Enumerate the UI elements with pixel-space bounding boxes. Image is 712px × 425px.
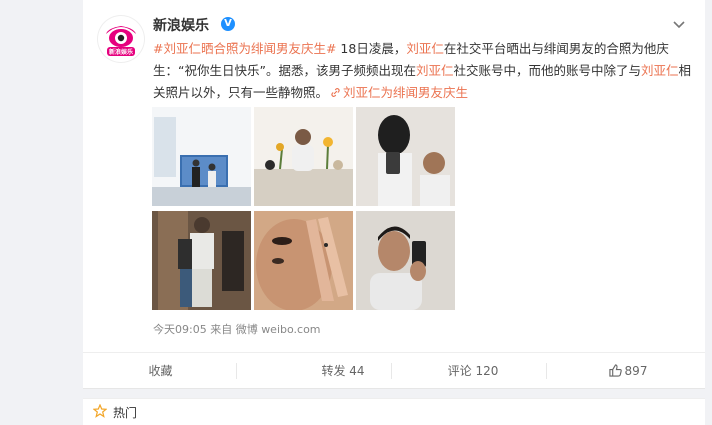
photo-1[interactable] xyxy=(152,107,251,206)
comment-label: 评论 120 xyxy=(447,364,499,378)
text-seg3: 社交账号中，而他的账号中除了与 xyxy=(453,63,641,78)
thumbs-up-icon xyxy=(608,364,622,377)
like-count: 897 xyxy=(624,364,648,378)
topic-link[interactable]: #刘亚仁晒合照为绯闻男友庆生# xyxy=(153,41,336,56)
photo-4[interactable] xyxy=(152,211,251,310)
post-text: #刘亚仁晒合照为绯闻男友庆生# 18日凌晨，刘亚仁在社交平台晒出与绯闻男友的合照… xyxy=(153,38,693,104)
comment-button[interactable]: 评论 120 xyxy=(423,353,523,389)
sina-ent-logo: 新浪娱乐 xyxy=(99,17,143,61)
svg-text:新浪娱乐: 新浪娱乐 xyxy=(109,48,133,56)
repost-button[interactable]: 转发 44 xyxy=(283,353,403,389)
hot-label: 热门 xyxy=(113,406,138,420)
article-link-text[interactable]: 刘亚仁为绯闻男友庆生 xyxy=(343,85,468,100)
photo-6[interactable] xyxy=(356,211,455,310)
action-bar: 收藏 转发 44 评论 120 897 xyxy=(83,352,705,389)
verified-badge: V xyxy=(221,17,235,31)
star-icon xyxy=(93,404,107,418)
favorite-label: 收藏 xyxy=(148,364,173,378)
avatar[interactable]: 新浪娱乐 xyxy=(98,16,144,62)
photo-5[interactable] xyxy=(254,211,353,310)
repost-label: 转发 44 xyxy=(321,364,365,378)
name-link-1[interactable]: 刘亚仁 xyxy=(406,41,444,56)
name-link-3[interactable]: 刘亚仁 xyxy=(641,63,679,78)
photo-2[interactable] xyxy=(254,107,353,206)
favorite-button[interactable]: 收藏 xyxy=(123,353,198,389)
article-link[interactable]: 刘亚仁为绯闻男友庆生 xyxy=(328,85,468,100)
post-meta: 今天09:05 来自 微博 weibo.com xyxy=(153,323,321,336)
username[interactable]: 新浪娱乐 xyxy=(153,15,209,35)
link-icon xyxy=(331,88,340,97)
name-link-2[interactable]: 刘亚仁 xyxy=(416,63,454,78)
chevron-down-icon[interactable] xyxy=(672,16,686,30)
photo-3[interactable] xyxy=(356,107,455,206)
like-button[interactable]: 897 xyxy=(583,353,673,389)
hot-section[interactable]: 热门 xyxy=(83,398,705,425)
text-seg1: 18日凌晨， xyxy=(336,41,407,56)
divider xyxy=(391,363,392,379)
divider xyxy=(236,363,237,379)
divider xyxy=(546,363,547,379)
